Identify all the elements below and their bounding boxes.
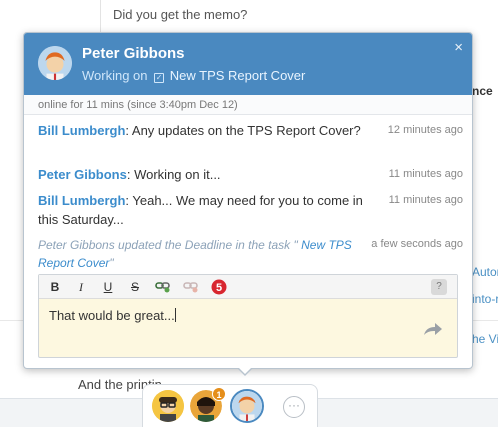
svg-text:5: 5 [216,282,222,294]
activity-text: Peter Gibbons updated the Deadline in th… [38,238,298,252]
composer-toolbar: B I U S 5 ? [39,275,457,299]
background-divider [100,0,101,32]
chat-message: Peter Gibbons: Working on it... [38,165,368,184]
popup-pointer-inner [238,367,252,374]
message-author[interactable]: Bill Lumbergh [38,193,125,208]
status-prefix: Working on [82,68,148,83]
background-fragment[interactable]: into-r [472,292,498,306]
message-time: 11 minutes ago [388,194,463,206]
activity-time: a few seconds ago [371,238,463,250]
close-icon[interactable]: × [454,39,463,56]
online-status: online for 11 mins (since 3:40pm Dec 12) [24,95,472,115]
italic-button[interactable]: I [73,279,89,295]
message-text: : Working on it... [126,167,221,182]
chat-message: Bill Lumbergh: Any updates on the TPS Re… [38,121,368,140]
emoji-icon[interactable]: 5 [211,279,227,299]
status-task-link[interactable]: New TPS Report Cover [170,68,306,83]
message-text: : Any updates on the TPS Report Cover? [125,123,361,138]
background-message: Did you get the memo? [113,7,248,22]
checkbox-icon: ✓ [154,73,165,83]
message-time: 12 minutes ago [387,124,463,136]
link-icon[interactable] [155,279,171,297]
strikethrough-button[interactable]: S [127,279,143,295]
message-composer[interactable]: B I U S 5 ? That would be great... [38,274,458,358]
message-time: 11 minutes ago [388,168,463,180]
chat-popup: Peter Gibbons Working on ✓ New TPS Repor… [23,32,473,369]
message-author[interactable]: Bill Lumbergh [38,123,125,138]
activity-end: " [109,256,114,270]
background-top-row: Did you get the memo? [0,0,498,32]
activity-entry: Peter Gibbons updated the Deadline in th… [38,236,358,272]
chat-message: Bill Lumbergh: Yeah... We may need for y… [38,191,368,229]
contact-status: Working on ✓ New TPS Report Cover [82,68,305,83]
contact-name[interactable]: Peter Gibbons [82,45,185,62]
background-fragment[interactable]: Automat [472,265,498,279]
chat-avatar-tray: 1 ··· [142,384,318,427]
avatar-user-1[interactable] [152,390,184,422]
unread-badge: 1 [212,387,226,401]
more-chats-button[interactable]: ··· [283,396,305,418]
underline-button[interactable]: U [100,279,116,295]
bold-button[interactable]: B [47,279,63,295]
chat-header-avatar [38,46,72,80]
background-fragment: nce [472,84,493,98]
unlink-icon[interactable] [183,279,199,297]
background-fragment[interactable]: he Vi [472,332,498,346]
help-icon[interactable]: ? [431,279,447,295]
avatar-peter-gibbons[interactable] [230,389,264,423]
composer-input[interactable]: That would be great... [49,308,176,323]
send-icon[interactable] [423,322,443,341]
message-author[interactable]: Peter Gibbons [38,167,127,182]
chat-header: Peter Gibbons Working on ✓ New TPS Repor… [24,33,472,95]
